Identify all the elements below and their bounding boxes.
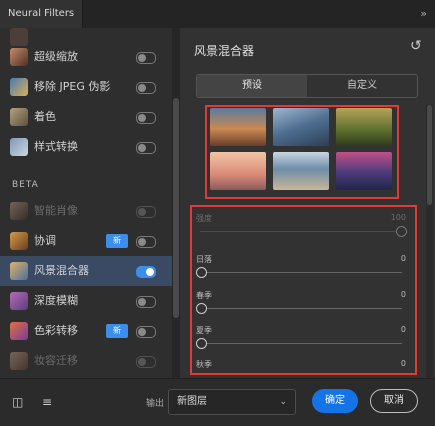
style-transfer-icon [10, 138, 28, 156]
landscape-mixer-icon [10, 262, 28, 280]
filter-toggle[interactable] [136, 82, 156, 94]
filter-toggle[interactable] [136, 112, 156, 124]
sidebar-item-label: 着色 [34, 110, 56, 123]
tab-custom[interactable]: 自定义 [307, 75, 417, 97]
depth-blur-icon [10, 292, 28, 310]
beta-section-label: BETA [12, 180, 39, 190]
sidebar-item-harmonization[interactable]: 协调 新 [0, 226, 172, 256]
filter-list: 超级缩放 移除 JPEG 伪影 着色 样式转换 BETA 智能肖像 协调 新 风… [0, 28, 172, 378]
new-badge: 新 [106, 234, 128, 248]
sidebar-item-label: 深度模糊 [34, 294, 78, 307]
footer-bar: ◫ ≡ 输出 新图层 ⌄ 确定 取消 [0, 378, 435, 426]
output-select[interactable]: 新图层 ⌄ [168, 389, 296, 415]
chevron-down-icon: ⌄ [279, 397, 287, 407]
layers-icon[interactable]: ≡ [42, 395, 52, 409]
filter-toggle[interactable] [136, 326, 156, 338]
filter-toggle[interactable] [136, 296, 156, 308]
output-label: 输出 [146, 399, 165, 409]
sidebar-item-label: 妆容迁移 [34, 354, 78, 367]
compare-icon[interactable]: ◫ [12, 395, 23, 409]
color-transfer-icon [10, 322, 28, 340]
jpeg-artifacts-icon [10, 78, 28, 96]
sidebar-item-label: 色彩转移 [34, 324, 78, 337]
sidebar-item-label: 超级缩放 [34, 50, 78, 63]
sidebar-item-depth-blur[interactable]: 深度模糊 [0, 286, 172, 316]
sidebar-item-colorize[interactable]: 着色 [0, 102, 172, 132]
sidebar-item-label: 风景混合器 [34, 264, 89, 277]
sidebar-item-label: 协调 [34, 234, 56, 247]
sidebar-item-landscape-mixer[interactable]: 风景混合器 [0, 256, 172, 286]
colorize-icon [10, 108, 28, 126]
filter-toggle[interactable] [136, 356, 156, 368]
sidebar-item-style-transfer[interactable]: 样式转换 [0, 132, 172, 162]
filter-toggle[interactable] [136, 142, 156, 154]
settings-scrollbar[interactable] [426, 105, 433, 378]
undo-icon[interactable]: ↺ [410, 38, 422, 54]
tab-presets[interactable]: 预设 [197, 75, 307, 97]
filter-toggle[interactable] [136, 52, 156, 64]
sidebar-item-color-transfer[interactable]: 色彩转移 新 [0, 316, 172, 346]
sidebar-item-super-zoom[interactable]: 超级缩放 [0, 42, 172, 72]
sidebar-item-smart-portrait[interactable]: 智能肖像 [0, 196, 172, 226]
preset-tab-switcher: 预设 自定义 [196, 74, 418, 98]
new-badge: 新 [106, 324, 128, 338]
sidebar-item-label: 样式转换 [34, 140, 78, 153]
slider-highlight-box [190, 205, 417, 375]
sidebar-item-makeup-transfer[interactable]: 妆容迁移 [0, 346, 172, 376]
sidebar-item-label: 移除 JPEG 伪影 [34, 80, 111, 93]
filter-toggle[interactable] [136, 236, 156, 248]
filter-toggle[interactable] [136, 266, 156, 278]
output-value: 新图层 [177, 396, 207, 407]
sidebar-item-jpeg[interactable]: 移除 JPEG 伪影 [0, 72, 172, 102]
filter-toggle[interactable] [136, 206, 156, 218]
smart-portrait-icon [10, 202, 28, 220]
filter-title: 风景混合器 [194, 44, 255, 58]
cancel-button[interactable]: 取消 [370, 389, 418, 413]
harmonization-icon [10, 232, 28, 250]
expand-icon[interactable]: » [420, 7, 427, 20]
sidebar-item-label: 智能肖像 [34, 204, 78, 217]
ok-button[interactable]: 确定 [312, 389, 358, 413]
sidebar-scrollbar[interactable] [172, 28, 180, 378]
preset-highlight-box [205, 105, 399, 199]
makeup-transfer-icon [10, 352, 28, 370]
super-zoom-icon [10, 48, 28, 66]
